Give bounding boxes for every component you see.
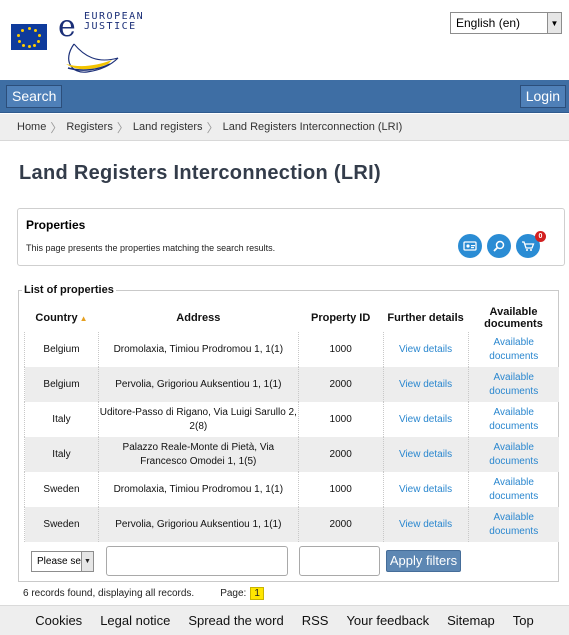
cell-country: Italy xyxy=(24,402,99,437)
chevron-down-icon[interactable]: ▼ xyxy=(547,13,561,33)
cell-address: Dromolaxia, Timiou Prodromou 1, 1(1) xyxy=(97,332,299,367)
table-row: Belgium Dromolaxia, Timiou Prodromou 1, … xyxy=(24,332,559,367)
cell-property-id: 1000 xyxy=(297,472,384,507)
footer-link-cookies[interactable]: Cookies xyxy=(35,613,82,628)
records-count-text: 6 records found, displaying all records. xyxy=(23,588,195,599)
list-legend: List of properties xyxy=(22,284,116,296)
column-country[interactable]: Country ▲ xyxy=(25,303,99,332)
page-label: Page: xyxy=(220,588,247,599)
available-documents-link[interactable]: Available documents xyxy=(467,472,559,507)
table-row: Italy Uditore-Passo di Rigano, Via Luigi… xyxy=(24,402,559,437)
cart-count-badge: 0 xyxy=(535,231,546,242)
view-details-link[interactable]: View details xyxy=(382,507,469,542)
svg-text:e: e xyxy=(58,9,76,44)
footer-link-feedback[interactable]: Your feedback xyxy=(346,613,429,628)
view-details-link[interactable]: View details xyxy=(382,402,469,437)
column-property-id: Property ID xyxy=(311,311,371,324)
table-row: Belgium Pervolia, Grigoriou Auksentiou 1… xyxy=(24,367,559,402)
search-button[interactable]: Search xyxy=(6,85,63,108)
site-footer: Cookies Legal notice Spread the word RSS… xyxy=(0,605,569,635)
available-documents-link[interactable]: Available documents xyxy=(467,437,559,472)
breadcrumb-home[interactable]: Home xyxy=(17,121,46,133)
chevron-down-icon[interactable]: ▼ xyxy=(81,552,93,571)
logo-text: EUROPEAN JUSTICE xyxy=(84,11,145,32)
footer-link-spread-the-word[interactable]: Spread the word xyxy=(188,613,283,628)
footer-link-sitemap[interactable]: Sitemap xyxy=(447,613,495,628)
chevron-right-icon: 〉 xyxy=(116,120,129,135)
view-details-link[interactable]: View details xyxy=(382,437,469,472)
sort-asc-icon[interactable]: ▲ xyxy=(80,314,88,323)
footer-link-legal-notice[interactable]: Legal notice xyxy=(100,613,170,628)
cell-country: Sweden xyxy=(24,507,99,542)
available-documents-link[interactable]: Available documents xyxy=(467,367,559,402)
breadcrumb-land-registers[interactable]: Land registers xyxy=(133,121,203,133)
cell-property-id: 1000 xyxy=(297,402,384,437)
page-number-button[interactable]: 1 xyxy=(250,587,264,600)
country-filter-select[interactable]: Please se ▼ xyxy=(31,551,94,572)
column-available-documents: Available documents xyxy=(484,305,543,330)
panel-title: Properties xyxy=(26,218,86,232)
property-id-filter-input[interactable] xyxy=(299,546,380,576)
cell-country: Sweden xyxy=(24,472,99,507)
view-details-link[interactable]: View details xyxy=(382,332,469,367)
address-filter-input[interactable] xyxy=(106,546,288,576)
cell-property-id: 2000 xyxy=(297,507,384,542)
cell-country: Italy xyxy=(24,437,99,472)
table-row: Sweden Pervolia, Grigoriou Auksentiou 1,… xyxy=(24,507,559,542)
view-details-link[interactable]: View details xyxy=(382,472,469,507)
records-summary: 6 records found, displaying all records.… xyxy=(23,587,264,600)
table-row: Sweden Dromolaxia, Timiou Prodromou 1, 1… xyxy=(24,472,559,507)
available-documents-link[interactable]: Available documents xyxy=(467,402,559,437)
cell-address: Pervolia, Grigoriou Auksentiou 1, 1(1) xyxy=(97,367,299,402)
available-documents-link[interactable]: Available documents xyxy=(467,507,559,542)
column-address: Address xyxy=(176,311,221,324)
cell-property-id: 1000 xyxy=(297,332,384,367)
panel-actions: 0 xyxy=(458,231,546,258)
apply-filters-button[interactable]: Apply filters xyxy=(386,550,461,572)
cart-icon[interactable]: 0 xyxy=(516,231,546,258)
page-title: Land Registers Interconnection (LRI) xyxy=(19,162,381,184)
table-header-row: Country ▲ Address Property ID Further det… xyxy=(25,303,560,332)
country-filter-value: Please se xyxy=(37,556,81,567)
cell-property-id: 2000 xyxy=(297,367,384,402)
footer-link-rss[interactable]: RSS xyxy=(302,613,329,628)
panel-description: This page presents the properties matchi… xyxy=(26,243,276,253)
eu-flag-icon xyxy=(11,24,47,50)
properties-table: Country ▲ Address Property ID Further det… xyxy=(24,303,559,542)
chevron-right-icon: 〉 xyxy=(50,120,63,135)
available-documents-link[interactable]: Available documents xyxy=(467,332,559,367)
cell-address: Pervolia, Grigoriou Auksentiou 1, 1(1) xyxy=(97,507,299,542)
table-row: Italy Palazzo Reale-Monte di Pietà, Via … xyxy=(24,437,559,472)
cell-address: Uditore-Passo di Rigano, Via Luigi Sarul… xyxy=(97,402,299,437)
cell-country: Belgium xyxy=(24,332,99,367)
view-details-link[interactable]: View details xyxy=(382,367,469,402)
cell-country: Belgium xyxy=(24,367,99,402)
cell-property-id: 2000 xyxy=(297,437,384,472)
breadcrumb: Home 〉 Registers 〉 Land registers 〉 Land… xyxy=(0,114,569,141)
column-further-details: Further details xyxy=(387,311,464,324)
footer-link-top[interactable]: Top xyxy=(513,613,534,628)
chevron-right-icon: 〉 xyxy=(206,120,219,135)
cell-address: Palazzo Reale-Monte di Pietà, Via France… xyxy=(97,437,299,472)
language-select[interactable]: English (en) ▼ xyxy=(450,12,562,34)
site-header: e EUROPEAN JUSTICE English (en) ▼ xyxy=(0,0,569,80)
top-navigation-bar: Search Login xyxy=(0,80,569,113)
cell-address: Dromolaxia, Timiou Prodromou 1, 1(1) xyxy=(97,472,299,507)
search-icon[interactable] xyxy=(487,234,511,258)
breadcrumb-registers[interactable]: Registers xyxy=(66,121,112,133)
id-card-icon[interactable] xyxy=(458,234,482,258)
login-button[interactable]: Login xyxy=(519,85,566,108)
language-value: English (en) xyxy=(456,16,521,30)
properties-panel: Properties This page presents the proper… xyxy=(17,208,565,266)
breadcrumb-current: Land Registers Interconnection (LRI) xyxy=(222,121,403,133)
